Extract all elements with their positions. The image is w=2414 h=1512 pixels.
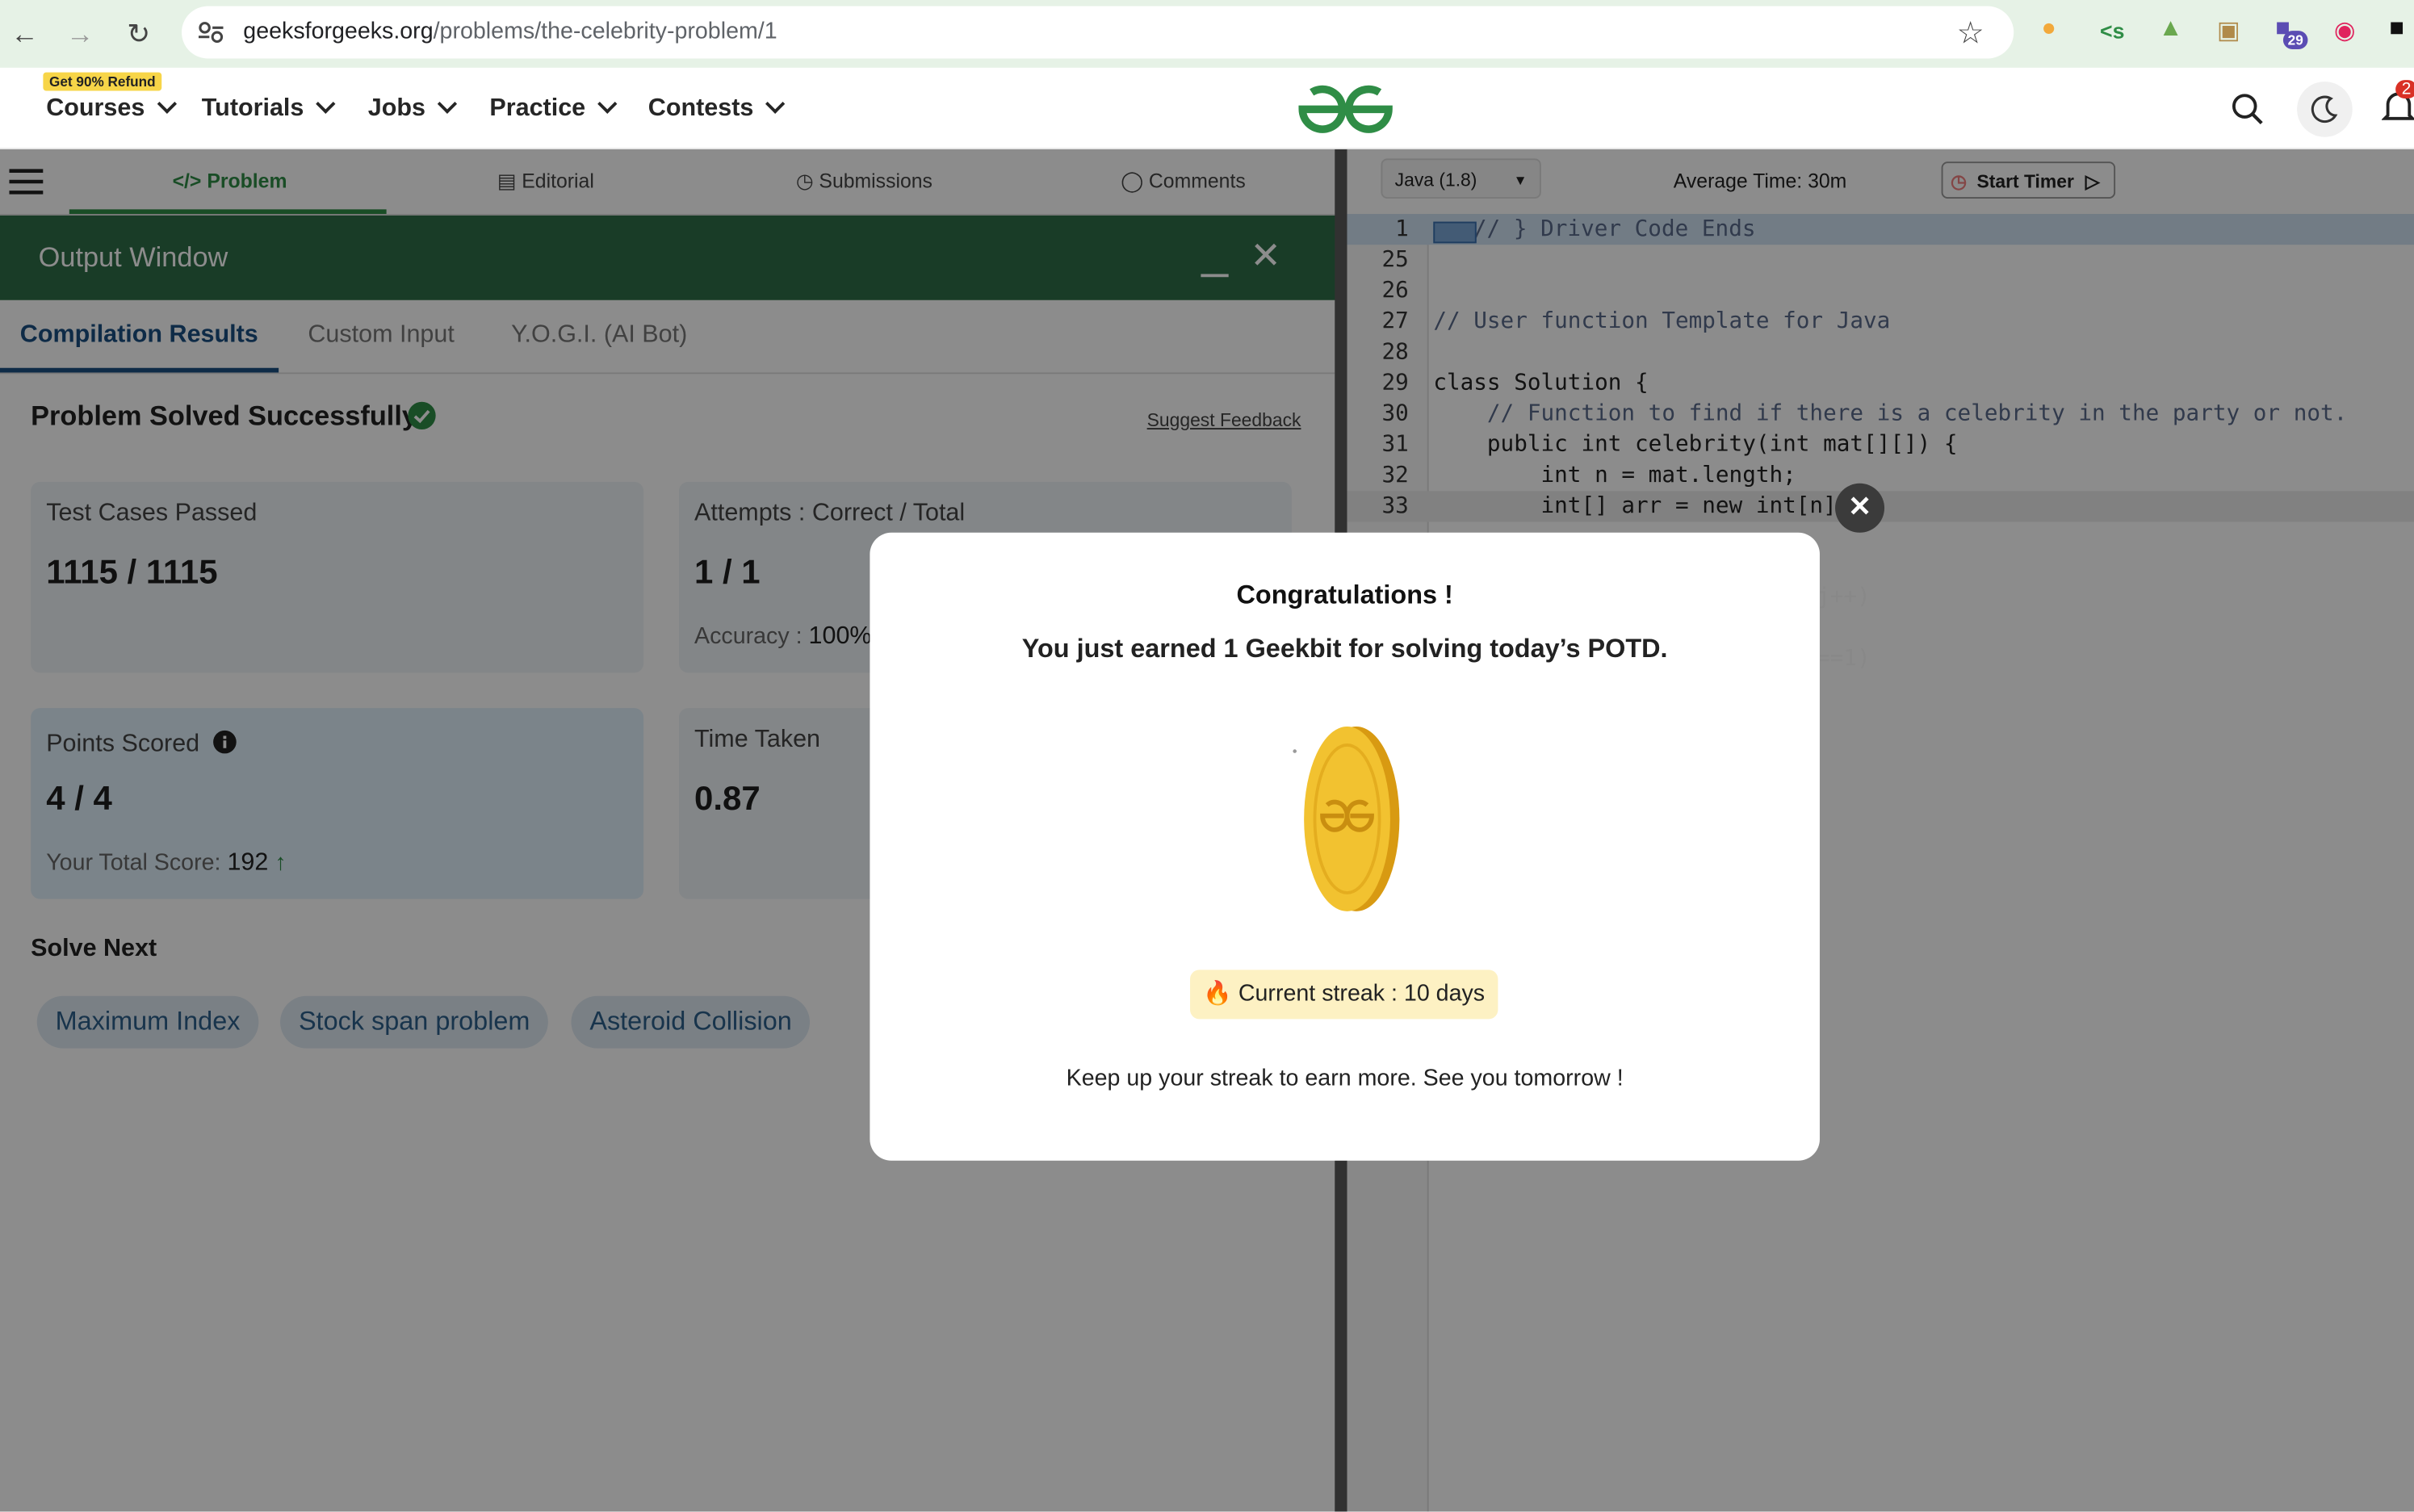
card-extension-icon[interactable]: ▣ xyxy=(2217,15,2240,46)
menu-label: Practice xyxy=(489,95,586,122)
site-header: Get 90% Refund Courses Tutorials Jobs Pr… xyxy=(0,67,2414,149)
code-fragment: j++) xyxy=(1817,584,1871,610)
menu-jobs[interactable]: Jobs xyxy=(367,94,458,123)
url-text[interactable]: geeksforgeeks.org/problems/the-celebrity… xyxy=(243,19,777,44)
menu-label: Courses xyxy=(46,95,145,122)
chevron-down-icon xyxy=(157,94,178,114)
search-icon[interactable] xyxy=(2231,92,2265,126)
menu-tutorials[interactable]: Tutorials xyxy=(201,94,337,123)
menu-practice[interactable]: Practice xyxy=(489,94,618,123)
modal-close-button[interactable]: ✕ xyxy=(1835,483,1885,533)
bookmark-star-icon[interactable]: ☆ xyxy=(1957,14,1984,52)
chevron-down-icon xyxy=(438,94,458,114)
chevron-down-icon xyxy=(316,94,337,114)
geekbit-coin-icon xyxy=(1293,727,1400,911)
back-icon[interactable]: ← xyxy=(6,15,44,52)
profile-icon[interactable]: ■ xyxy=(2390,15,2404,43)
notification-badge: 2 xyxy=(2395,80,2414,99)
menu-label: Jobs xyxy=(367,95,425,122)
modal-subtitle: You just earned 1 Geekbit for solving to… xyxy=(1021,634,1668,664)
forward-icon[interactable]: → xyxy=(61,15,98,52)
address-bar[interactable]: geeksforgeeks.org/problems/the-celebrity… xyxy=(182,6,2014,59)
congratulations-modal: Congratulations ! You just earned 1 Geek… xyxy=(870,532,1820,1161)
bulb-extension-icon[interactable]: ● xyxy=(2042,15,2056,43)
url-domain: geeksforgeeks.org xyxy=(243,18,434,45)
refund-badge: Get 90% Refund xyxy=(43,72,162,91)
menu-label: Contests xyxy=(648,95,754,122)
streak-badge: 🔥 Current streak : 10 days xyxy=(1190,970,1498,1020)
menu-contests[interactable]: Contests xyxy=(648,94,786,123)
code-extension-icon[interactable]: <s xyxy=(2100,19,2124,44)
url-path: /problems/the-celebrity-problem/1 xyxy=(433,18,777,45)
dark-mode-toggle[interactable] xyxy=(2297,82,2353,137)
gfg-logo[interactable] xyxy=(1293,80,1398,138)
modal-footer-text: Keep up your streak to earn more. See yo… xyxy=(1066,1065,1624,1091)
chevron-down-icon xyxy=(765,94,786,114)
moon-icon xyxy=(2311,95,2338,124)
extension-badge: 29 xyxy=(2282,31,2308,50)
browser-toolbar: ← → ↻ geeksforgeeks.org/problems/the-cel… xyxy=(0,0,2414,68)
site-settings-icon[interactable] xyxy=(197,20,224,45)
chevron-down-icon xyxy=(597,94,618,114)
leaf-extension-icon[interactable]: ▲ xyxy=(2158,15,2182,43)
pocket-icon[interactable]: ◉ xyxy=(2334,15,2356,46)
modal-title: Congratulations ! xyxy=(1236,580,1453,610)
menu-label: Tutorials xyxy=(201,95,304,122)
reload-icon[interactable]: ↻ xyxy=(120,15,157,52)
code-fragment: ==1) xyxy=(1817,646,1871,672)
menu-courses[interactable]: Courses xyxy=(46,94,178,123)
